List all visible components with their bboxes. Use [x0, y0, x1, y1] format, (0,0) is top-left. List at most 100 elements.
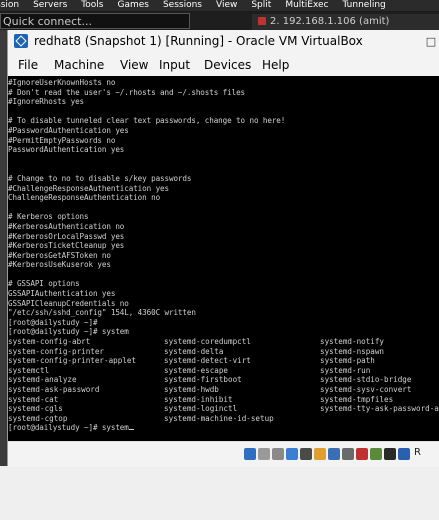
window-title: redhat8 (Snapshot 1) [Running] - Oracle … — [34, 34, 363, 48]
terminal-line: GSSAPICleanupCredentials no — [8, 298, 129, 308]
completion-item: systemd-tmpfiles — [320, 394, 394, 404]
background-menu-item[interactable]: MultiExec — [285, 0, 328, 10]
completion-row: systemd-cat systemd-inhibit systemd-tmpfil… — [8, 395, 439, 405]
completion-item: systemd-stdio-bridge — [320, 375, 412, 385]
completion-item: systemd-inhibit — [164, 394, 233, 404]
display-icon[interactable] — [328, 448, 340, 460]
optical-drive-icon[interactable] — [258, 448, 270, 460]
mouse-integration-icon[interactable] — [384, 448, 396, 460]
maximize-button[interactable]: □ — [423, 30, 439, 54]
background-menu-item[interactable]: Tunneling — [343, 0, 386, 10]
completion-item: systemd-hwdb — [164, 385, 219, 394]
virtualbox-app-icon — [14, 34, 28, 48]
terminal-line: #KerberosGetAFSToken no — [8, 250, 111, 260]
terminal-line: ChallengeResponseAuthentication no — [8, 193, 161, 203]
completion-item: systemd-detect-virt — [164, 356, 251, 366]
background-menu-item[interactable]: Tools — [81, 0, 103, 10]
status-bar: R — [8, 441, 439, 467]
completion-item: systemd-analyze — [8, 375, 77, 385]
background-menu-item[interactable]: Split — [251, 0, 271, 10]
menu-input[interactable]: Input — [159, 58, 190, 72]
terminal-line: #ChallengeResponseAuthentication yes — [8, 183, 169, 193]
completion-row: systemctl systemd-escape systemd-run — [8, 366, 439, 376]
completion-item: systemd-cat — [8, 394, 59, 404]
completion-item: systemd-machine-id-setup — [164, 413, 274, 423]
cpu-icon[interactable] — [370, 448, 382, 460]
terminal-line: #PasswordAuthentication yes — [8, 125, 129, 135]
session-tab[interactable]: 2. 192.168.1.106 (amit) — [252, 14, 439, 30]
host-key-arrow-icon[interactable] — [398, 448, 410, 460]
background-bottom-area — [0, 466, 439, 520]
completion-item: systemd-delta — [164, 346, 224, 356]
shared-folders-icon[interactable] — [314, 448, 326, 460]
completion-item: systemd-sysv-convert — [320, 385, 412, 394]
completion-item: systemd-notify — [320, 337, 385, 347]
network-icon[interactable] — [286, 448, 298, 460]
completion-item: systemd-cgls — [8, 404, 63, 414]
background-menu-item[interactable]: View — [216, 0, 237, 10]
session-tab-icon — [258, 17, 266, 25]
background-menu-item[interactable]: Servers — [33, 0, 67, 10]
menu-file[interactable]: File — [18, 58, 38, 72]
terminal-line: #IgnoreRhosts yes — [8, 97, 85, 107]
terminal-line: #PermitEmptyPasswords no — [8, 135, 116, 145]
session-tab-label: 2. 192.168.1.106 (amit) — [270, 16, 390, 27]
completion-row: system-config-printer-applet systemd-dete… — [8, 356, 439, 366]
background-left-edge — [0, 30, 7, 520]
terminal-line: #IgnoreUserKnownHosts no — [8, 78, 116, 87]
video-capture-icon[interactable] — [342, 448, 354, 460]
completion-item: systemd-nspawn — [320, 346, 385, 356]
completion-item: system-config-abrt — [8, 337, 91, 347]
menu-devices[interactable]: Devices — [204, 58, 251, 72]
terminal-line: "/etc/ssh/sshd_config" 154L, 4360C writt… — [8, 308, 196, 318]
terminal-line: # Change to no to disable s/key password… — [8, 173, 192, 183]
completion-item: systemd-firstboot — [164, 375, 242, 385]
terminal-line: #KerberosUseKuserok yes — [8, 260, 111, 270]
terminal-line: GSSAPIAuthentication yes — [8, 289, 116, 299]
terminal-line: #KerberosOrLocalPasswd yes — [8, 231, 125, 241]
completion-item: systemd-coredumpctl — [164, 337, 251, 347]
terminal-line: # Kerberos options — [8, 212, 89, 222]
quick-connect-input[interactable]: Quick connect... — [0, 13, 190, 29]
completion-row: systemd-ask-password systemd-hwdb systemd-… — [8, 385, 439, 395]
tab-completion-list: system-config-abrt systemd-coredumpctl sys… — [8, 337, 439, 423]
completion-item: systemd-cgtop — [8, 413, 68, 423]
terminal-line: #KerberosTicketCleanup yes — [8, 241, 125, 251]
background-menu-item[interactable]: Sessions — [163, 0, 202, 10]
completion-item — [320, 414, 439, 424]
completion-row: systemd-analyze systemd-firstboot systemd-… — [8, 375, 439, 385]
terminal-cursor — [128, 429, 134, 431]
completion-row: system-config-abrt systemd-coredumpctl sys… — [8, 337, 439, 347]
completion-item: system-config-printer-applet — [8, 356, 137, 366]
usb-icon[interactable] — [300, 448, 312, 460]
completion-item: systemd-escape — [164, 365, 229, 375]
terminal-prompt-line: [root@dailystudy ~]# system — [8, 423, 439, 433]
vm-console-screen[interactable]: #IgnoreUserKnownHosts no # Don't read the… — [8, 76, 439, 441]
menu-help[interactable]: Help — [262, 58, 289, 72]
completion-item: systemd-run — [320, 365, 371, 375]
menu-view[interactable]: View — [120, 58, 148, 72]
completion-item: systemd-path — [320, 356, 375, 366]
background-menu-item[interactable]: ssion — [0, 0, 19, 10]
audio-icon[interactable] — [272, 448, 284, 460]
background-menu-item[interactable]: Games — [117, 0, 148, 10]
prompt-text: [root@dailystudy ~]# system — [8, 423, 129, 433]
completion-row: systemd-cgls systemd-loginctl systemd-tty-… — [8, 404, 439, 414]
terminal-line: # Don't read the user's ~/.rhosts and ~/… — [8, 87, 246, 97]
recording-icon[interactable] — [356, 448, 368, 460]
terminal-line: [root@dailystudy ~]# — [8, 317, 98, 327]
terminal-line: # GSSAPI options — [8, 279, 80, 289]
completion-item: systemd-tty-ask-password-agent — [320, 404, 439, 414]
terminal-line: #KerberosAuthentication no — [8, 221, 125, 231]
hard-disk-icon[interactable] — [244, 448, 256, 460]
menu-machine[interactable]: Machine — [54, 58, 104, 72]
menu-bar: File Machine View Input Devices Help — [8, 54, 439, 76]
virtualbox-window: redhat8 (Snapshot 1) [Running] - Oracle … — [7, 30, 439, 467]
title-bar[interactable]: redhat8 (Snapshot 1) [Running] - Oracle … — [8, 30, 439, 54]
host-key-label: R — [414, 447, 421, 458]
completion-item: systemd-loginctl — [164, 404, 238, 414]
